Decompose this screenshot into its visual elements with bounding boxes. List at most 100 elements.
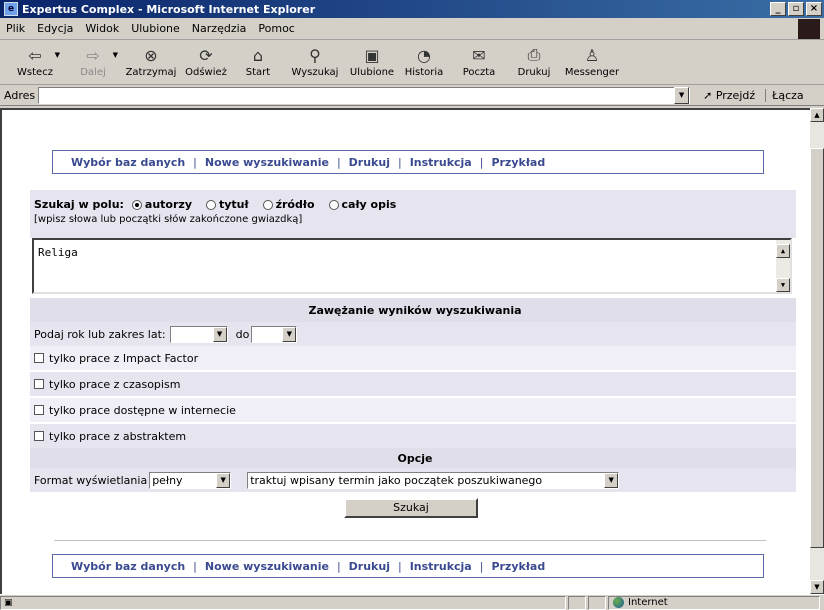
nav-new-search-link[interactable]: Nowe wyszukiwanie	[205, 560, 329, 573]
nav-separator: |	[397, 559, 402, 573]
textarea-scrollbar[interactable]: ▲ ▼	[776, 240, 790, 292]
filters-heading: Zawężanie wyników wyszukiwania	[30, 298, 796, 322]
refresh-button[interactable]: ⟳ Odśwież	[180, 41, 232, 79]
nav-new-search-link[interactable]: Nowe wyszukiwanie	[205, 156, 329, 169]
mail-button[interactable]: ✉ Poczta	[450, 41, 508, 79]
nav-print-link[interactable]: Drukuj	[349, 560, 390, 573]
back-button[interactable]: ⇦ Wstecz ▼	[6, 41, 64, 79]
title-bar: e Expertus Complex - Microsoft Internet …	[0, 0, 824, 18]
search-icon: ⚲	[309, 45, 321, 65]
favorites-label: Ulubione	[349, 67, 395, 78]
textarea-scroll-down[interactable]: ▼	[776, 278, 790, 292]
year-from-select[interactable]: ▼	[169, 325, 228, 343]
radio-source-label: źródło	[275, 198, 315, 211]
query-text: Religa	[38, 246, 78, 259]
online-label: tylko prace dostępne w internecie	[49, 403, 236, 417]
history-button[interactable]: ◔ Historia	[398, 41, 450, 79]
favorites-button[interactable]: ▣ Ulubione	[346, 41, 398, 79]
status-cell	[588, 595, 606, 610]
nav-separator: |	[193, 559, 197, 573]
year-to-select[interactable]: ▼	[251, 325, 298, 343]
radio-authors[interactable]	[131, 199, 142, 210]
search-submit-button[interactable]: Szukaj	[344, 498, 478, 518]
address-input[interactable]	[38, 87, 691, 104]
menu-tools[interactable]: Narzędzia	[192, 22, 247, 35]
search-button[interactable]: ⚲ Wyszukaj	[284, 41, 346, 79]
stop-button[interactable]: ⊗ Zatrzymaj	[122, 41, 180, 79]
nav-example-link[interactable]: Przykład	[491, 156, 545, 169]
nav-separator: |	[479, 155, 484, 169]
bottom-navigation: Wybór baz danych | Nowe wyszukiwanie | D…	[52, 554, 764, 578]
search-field-selector: Szukaj w polu: autorzy tytuł źródło cały…	[30, 190, 796, 238]
divider	[54, 540, 766, 542]
scroll-thumb[interactable]	[810, 148, 824, 548]
home-icon: ⌂	[252, 45, 264, 65]
forward-button[interactable]: ⇨ Dalej ▼	[64, 41, 122, 79]
nav-example-link[interactable]: Przykład	[491, 560, 545, 573]
nav-instructions-link[interactable]: Instrukcja	[410, 156, 472, 169]
abstract-checkbox[interactable]	[34, 431, 44, 441]
window-title: Expertus Complex - Microsoft Internet Ex…	[22, 2, 316, 16]
status-text-cell: ▣	[0, 595, 566, 610]
nav-databases-link[interactable]: Wybór baz danych	[71, 156, 185, 169]
menu-help[interactable]: Pomoc	[258, 22, 294, 35]
messenger-button[interactable]: ♙ Messenger	[560, 41, 624, 79]
journals-label: tylko prace z czasopism	[49, 377, 181, 391]
mail-label: Poczta	[462, 67, 496, 78]
scroll-up-button[interactable]: ▲	[810, 108, 824, 122]
chevron-down-icon[interactable]: ▼	[113, 51, 118, 59]
nav-print-link[interactable]: Drukuj	[349, 156, 390, 169]
chevron-down-icon: ▼	[282, 326, 297, 342]
stop-label: Zatrzymaj	[125, 67, 177, 78]
status-cell	[568, 595, 586, 610]
ie-page-icon: e	[4, 2, 18, 16]
status-bar: ▣ Internet	[0, 594, 824, 610]
history-label: Historia	[404, 67, 444, 78]
format-select[interactable]: pełny ▼	[149, 471, 232, 489]
close-button[interactable]: ×	[806, 2, 822, 16]
history-icon: ◔	[417, 45, 431, 65]
search-field-label: Szukaj w polu:	[34, 198, 124, 211]
radio-title[interactable]	[206, 199, 216, 210]
mail-icon: ✉	[472, 45, 486, 65]
forward-arrow-icon: ⇨	[86, 45, 100, 65]
journals-checkbox[interactable]	[34, 379, 44, 389]
options-heading: Opcje	[30, 448, 796, 468]
chevron-down-icon[interactable]: ▼	[55, 51, 60, 59]
print-button[interactable]: ⎙ Drukuj	[508, 41, 560, 78]
go-button[interactable]: ➚ Przejdź	[703, 89, 755, 102]
page-scrollbar[interactable]: ▲ ▼	[810, 108, 824, 594]
options-row: Format wyświetlania pełny ▼ traktuj wpis…	[30, 468, 796, 492]
abstract-label: tylko prace z abstraktem	[49, 429, 187, 443]
links-button[interactable]: Łącza	[765, 89, 804, 102]
nav-separator: |	[479, 559, 484, 573]
menu-edit[interactable]: Edycja	[37, 22, 73, 35]
chevron-down-icon: ▼	[216, 472, 231, 488]
minimize-button[interactable]: _	[770, 2, 786, 16]
nav-databases-link[interactable]: Wybór baz danych	[71, 560, 185, 573]
stop-icon: ⊗	[144, 45, 158, 65]
refresh-label: Odśwież	[185, 67, 227, 78]
radio-full-description-label: cały opis	[341, 198, 397, 211]
filter-online-row: tylko prace dostępne w internecie	[30, 398, 796, 422]
menu-view[interactable]: Widok	[85, 22, 119, 35]
scroll-down-button[interactable]: ▼	[810, 580, 824, 594]
print-label: Drukuj	[517, 67, 551, 78]
home-button[interactable]: ⌂ Start	[232, 41, 284, 79]
term-mode-select[interactable]: traktuj wpisany termin jako początek pos…	[247, 471, 620, 489]
menu-file[interactable]: Plik	[6, 22, 25, 35]
online-checkbox[interactable]	[34, 405, 44, 415]
maximize-button[interactable]: ▫	[788, 2, 804, 16]
window-controls: _ ▫ ×	[770, 2, 822, 16]
address-dropdown-button[interactable]: ▼	[674, 87, 690, 104]
year-to-label: do	[235, 327, 250, 341]
nav-instructions-link[interactable]: Instrukcja	[410, 560, 472, 573]
filter-abstract-row: tylko prace z abstraktem	[30, 424, 796, 448]
menu-favorites[interactable]: Ulubione	[131, 22, 180, 35]
radio-source[interactable]	[262, 199, 273, 210]
radio-full-description[interactable]	[328, 199, 339, 210]
textarea-scroll-up[interactable]: ▲	[776, 244, 790, 258]
format-label: Format wyświetlania	[34, 473, 148, 487]
impact-factor-checkbox[interactable]	[34, 353, 44, 363]
query-textarea[interactable]: Religa ▲ ▼	[32, 238, 792, 294]
